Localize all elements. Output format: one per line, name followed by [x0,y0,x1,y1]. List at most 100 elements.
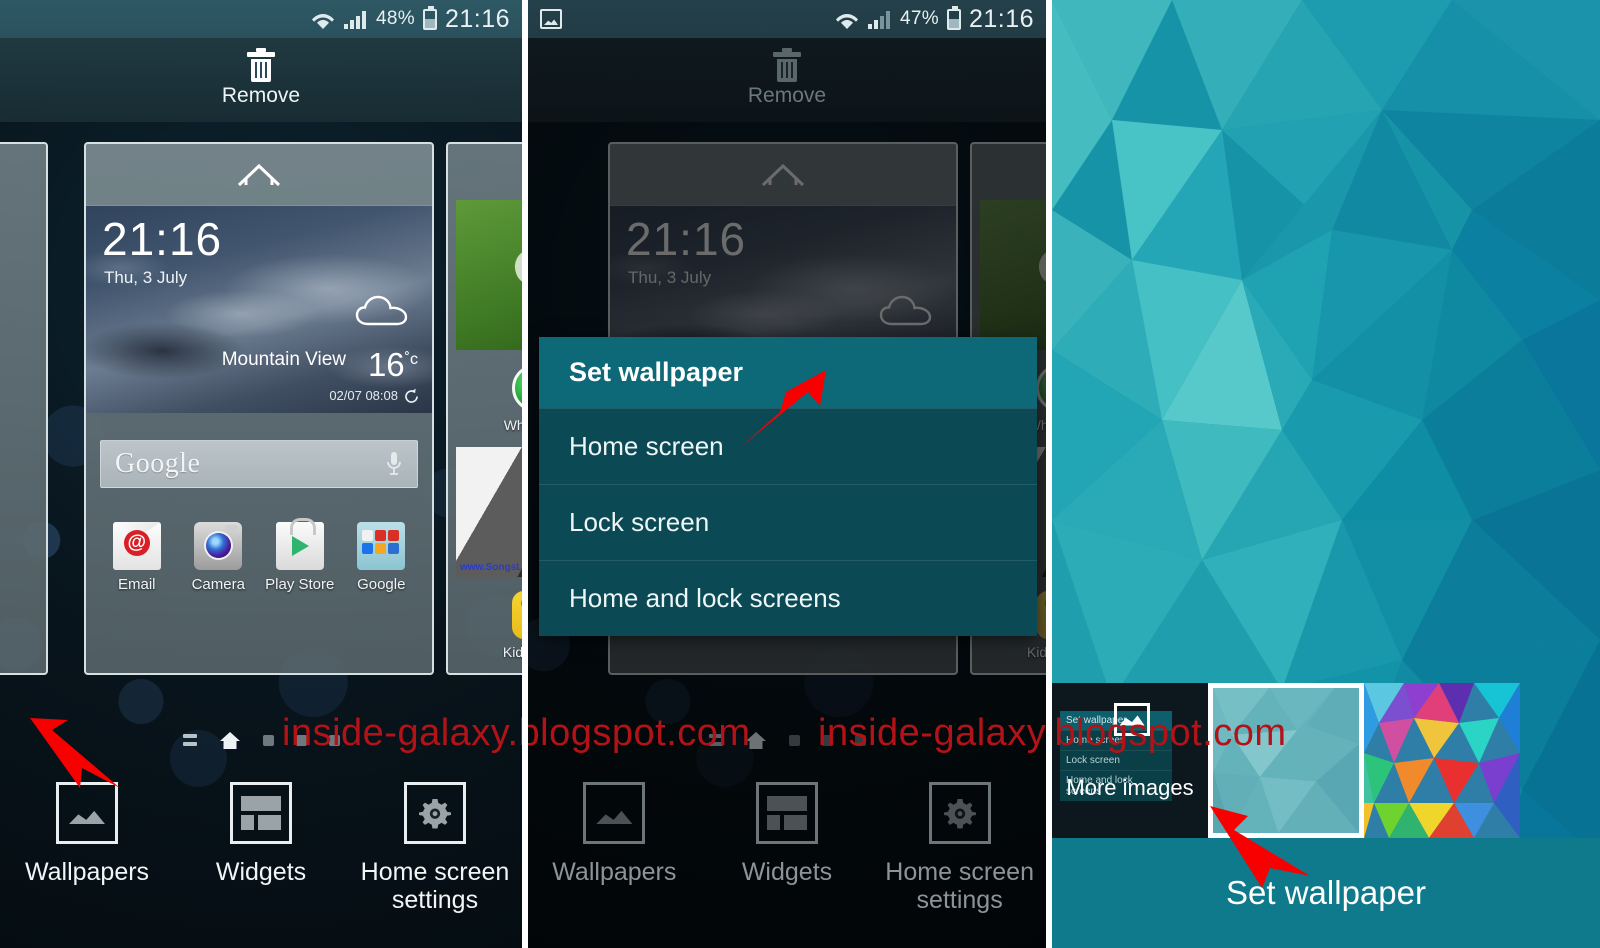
toolbar-wallpapers[interactable]: Wallpapers [534,782,694,886]
kids-mode-icon [512,591,522,639]
whatsapp-icon [512,364,522,412]
toolbar-home-screen-settings[interactable]: Home screen settings [880,782,1040,914]
home-edit-toolbar: Wallpapers Widgets Home screen settings [528,768,1046,948]
microphone-icon[interactable] [385,451,403,477]
page-indicator [528,728,1046,752]
email-icon [112,522,161,570]
app-shortcut-whatsapp[interactable]: WhatsApp [448,364,522,433]
widget-date: Thu, 3 July [628,268,712,287]
google-search-bar[interactable]: Google [100,440,418,488]
home-screen-preview-prev[interactable] [0,142,48,675]
page-dot[interactable] [821,734,833,746]
page-dot[interactable] [854,734,866,746]
music-photo-widget[interactable]: www.SongsLo [456,447,522,577]
wifi-icon [310,9,336,29]
page-indicator [0,728,522,752]
set-wallpaper-action-bar[interactable]: Set wallpaper [1052,838,1600,948]
photo-widget[interactable] [980,200,1046,350]
screenshot-stage: 48% 21:16 Remove 21:16 Thu, 3 July Mount… [0,0,1600,948]
home-screen-preview-next[interactable]: WhatsApp www.SongsLo Kids Mode [446,142,522,675]
signal-icon [344,10,368,29]
preview-home-indicator[interactable] [610,144,956,206]
preview-dialog-option: Lock screen [1060,750,1172,770]
gallery-icon [540,9,562,29]
widget-date: Thu, 3 July [104,268,188,287]
wallpaper-thumbnail-strip: Set wallpaper Home screen Lock screen Ho… [1052,683,1600,838]
kids-mode-icon [1036,591,1046,639]
app-shortcut-kids-mode[interactable]: Kids Mode [448,591,522,660]
toolbar-label: Home screen settings [360,858,510,914]
cloud-icon [878,294,934,326]
wallpaper-thumbnail-rainbow[interactable] [1364,683,1520,838]
dialog-option-home-and-lock-screens[interactable]: Home and lock screens [539,560,1037,636]
remove-drop-target[interactable]: Remove [528,38,1046,122]
toolbar-wallpapers[interactable]: Wallpapers [7,782,167,886]
photo-watermark: www.SongsLo [460,562,522,573]
battery-icon [422,5,437,30]
toolbar-label: Wallpapers [552,858,677,886]
page-dot[interactable] [788,734,800,746]
status-bar: 48% 21:16 [0,0,522,38]
remove-drop-target[interactable]: Remove [0,38,522,122]
page-dot[interactable] [295,734,307,746]
preview-home-indicator[interactable] [86,144,432,206]
page-dot[interactable] [262,734,274,746]
panel-home-editor: 48% 21:16 Remove 21:16 Thu, 3 July Mount… [0,0,522,948]
battery-percent: 47% [900,8,939,29]
app-label: Google [357,576,406,593]
dialog-option-home-screen[interactable]: Home screen [539,408,1037,484]
toolbar-home-screen-settings[interactable]: Home screen settings [355,782,515,914]
cloud-icon [354,294,410,326]
weather-updated-time: 02/07 08:08 [329,388,398,403]
home-page-icon[interactable] [745,731,767,750]
home-edit-toolbar: Wallpapers Widgets Home screen settings [0,768,522,948]
more-images-button[interactable]: Set wallpaper Home screen Lock screen Ho… [1052,683,1208,838]
app-folder-google[interactable]: Google [345,522,417,593]
toolbar-widgets[interactable]: Widgets [707,782,867,886]
photo-widget[interactable] [456,200,522,350]
dialog-option-lock-screen[interactable]: Lock screen [539,484,1037,560]
battery-icon [946,5,961,30]
widgets-icon [755,782,818,844]
home-screen-preview-current[interactable]: 21:16 Thu, 3 July Mountain View 16˚c 02/… [84,142,434,675]
app-shortcut-camera[interactable]: Camera [182,522,254,593]
widgets-icon [230,782,292,844]
weather-clock-widget[interactable]: 21:16 Thu, 3 July Mountain View 16˚c 02/… [86,206,432,413]
page-dot[interactable] [328,734,340,746]
toolbar-label: Home screen settings [885,858,1034,914]
home-page-icon[interactable] [219,731,241,750]
camera-icon [194,522,243,570]
app-label: Kids Mode [1026,644,1046,660]
toolbar-widgets[interactable]: Widgets [181,782,341,886]
wallpaper-thumbnail-selected[interactable] [1208,683,1364,838]
app-shortcut-play-store[interactable]: Play Store [264,518,336,593]
app-list-icon[interactable] [182,734,197,746]
set-wallpaper-dialog: Set wallpaper Home screen Lock screen Ho… [539,337,1037,636]
settings-gear-icon [928,782,991,844]
panel-wallpaper-picker: Set wallpaper Home screen Lock screen Ho… [1052,0,1600,948]
toolbar-label: Widgets [215,858,307,886]
app-label: Email [117,576,156,593]
panel-divider [522,0,528,948]
app-list-icon[interactable] [708,734,723,746]
toolbar-label: Wallpapers [24,858,150,886]
clock: 21:16 [444,4,510,33]
more-images-label: More images [1066,775,1194,800]
widget-clock-time: 21:16 [626,213,747,265]
refresh-icon[interactable] [403,388,420,405]
home-icon [760,162,806,188]
play-store-icon [275,518,324,570]
wallpapers-icon [56,782,118,844]
widget-clock-time: 21:16 [102,213,223,265]
battery-percent: 48% [376,8,415,29]
app-shortcut-row: Email Camera Play Store [86,518,432,593]
whatsapp-icon [1036,364,1046,412]
app-shortcut-email[interactable]: Email [101,522,173,593]
google-folder-icon [357,522,406,570]
app-label: Play Store [265,576,335,593]
weather-unit: ˚c [404,351,418,368]
signal-icon [868,10,892,29]
wallpapers-icon [583,782,646,844]
clock: 21:16 [968,4,1034,33]
dialog-title: Set wallpaper [539,337,1037,408]
